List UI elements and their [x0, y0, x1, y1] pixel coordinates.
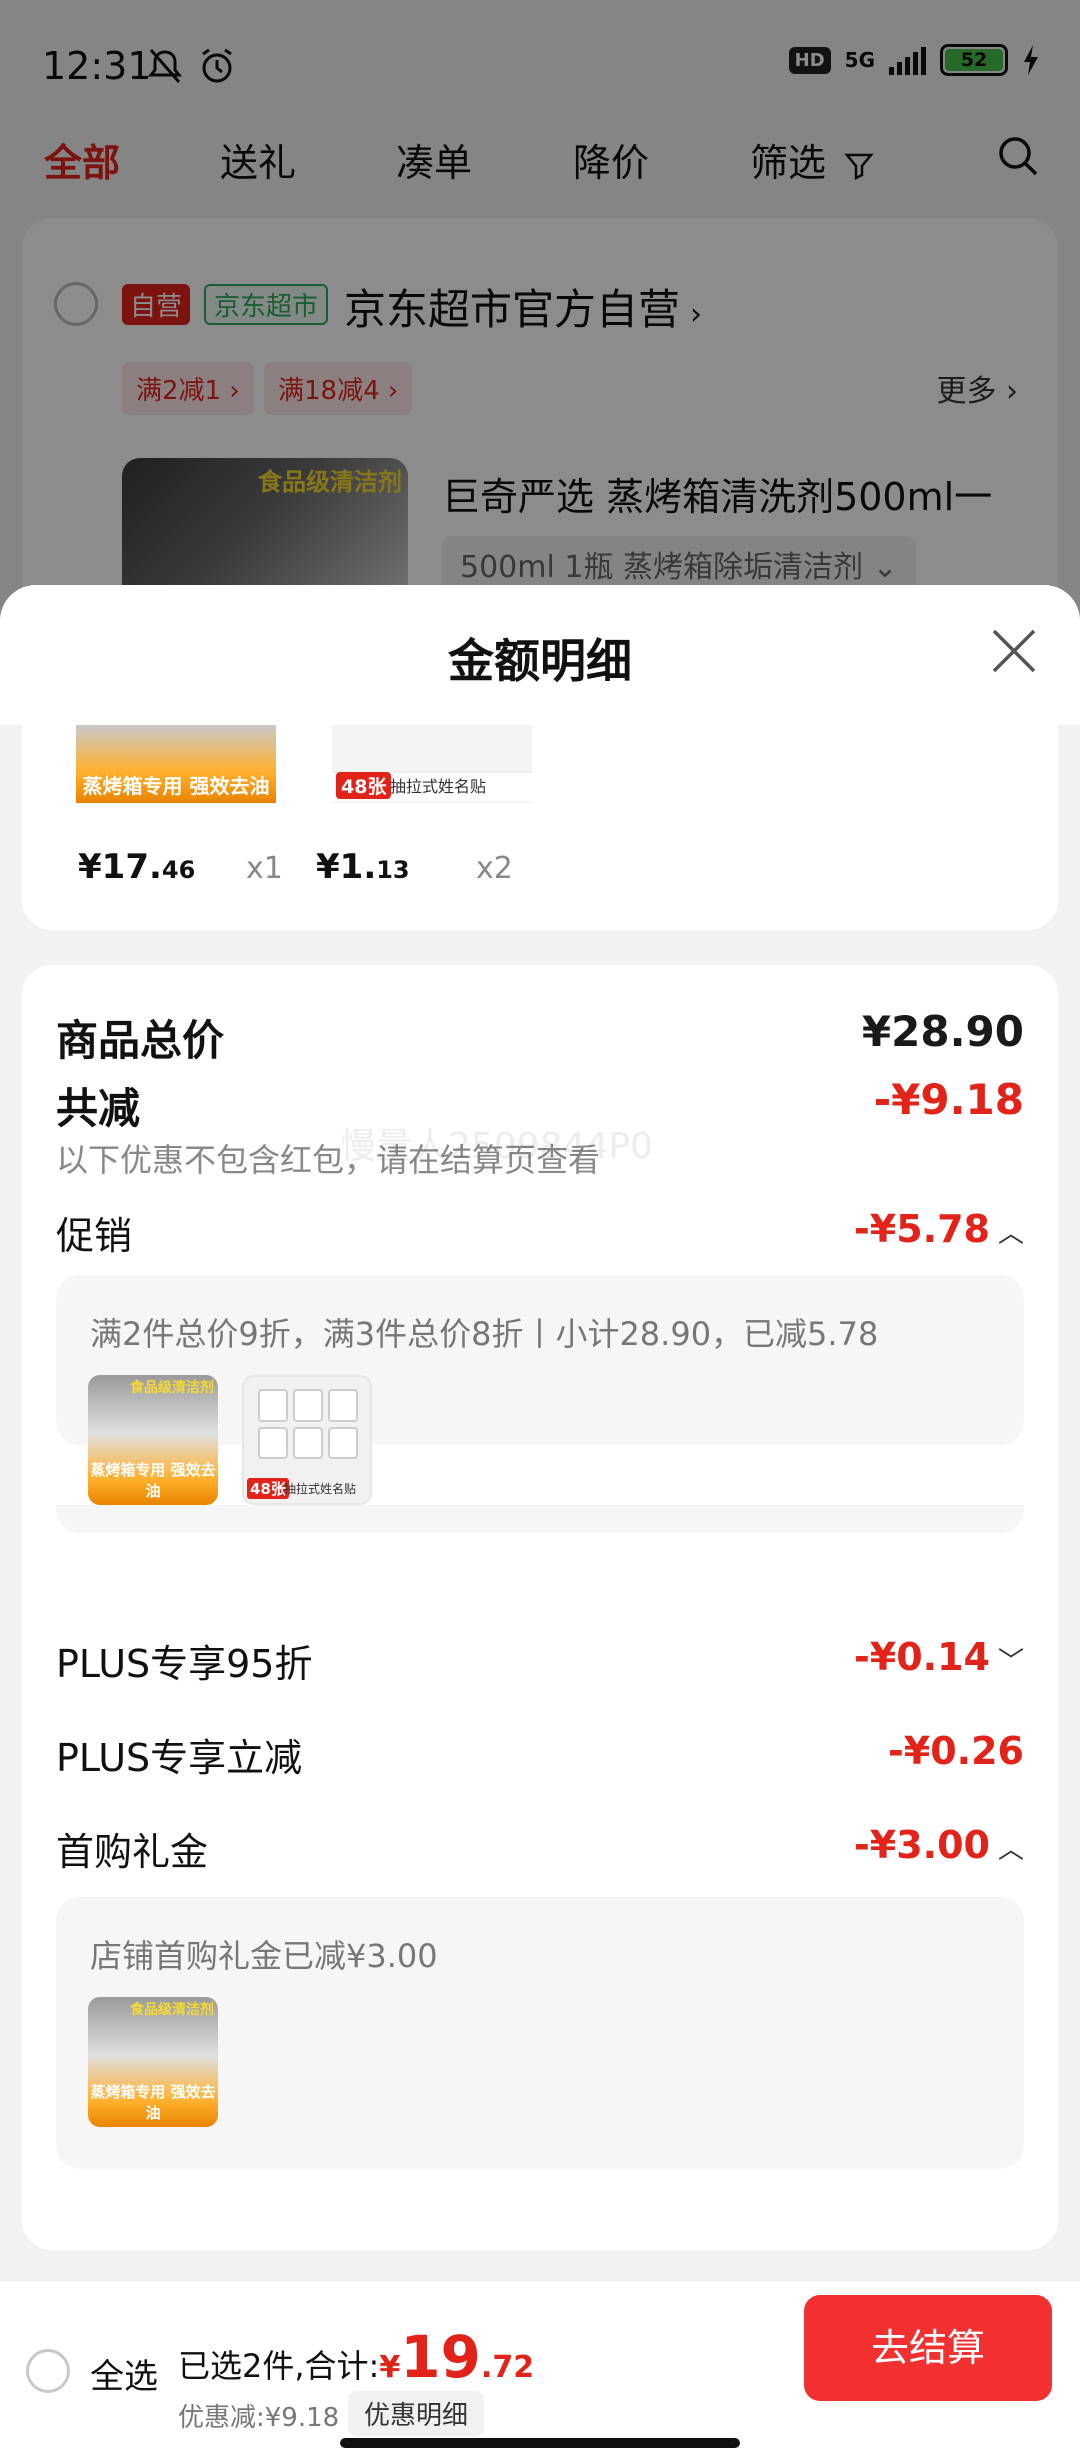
sheet-header: 金额明细	[0, 585, 1080, 725]
watermark: 慢量人2509844P0	[340, 1126, 653, 1167]
promo-item-image-oven-cleaner[interactable]: 食品级清洁剂 蒸烤箱专用 强效去油	[88, 1375, 218, 1505]
goods-total-label: 商品总价	[56, 1016, 225, 1065]
total-integer: 19	[400, 2323, 481, 2391]
total-reduce-value: -¥9.18	[873, 1075, 1024, 1124]
total-reduce-label: 共减	[56, 1084, 141, 1133]
close-icon[interactable]	[990, 627, 1038, 675]
selected-count-text: 已选2件,合计:	[178, 2347, 380, 2385]
item-price-int: ¥1.	[316, 847, 377, 887]
item-qty: x1	[246, 851, 283, 886]
goods-total-value: ¥28.90	[861, 1007, 1024, 1056]
item-price-dec: 46	[161, 856, 196, 884]
promo-toggle[interactable]: -¥5.78 ︿	[854, 1207, 1024, 1251]
item-image-caption: 蒸烤箱专用 强效去油	[82, 774, 270, 798]
promo-detail-text: 满2件总价9折，满3件总价8折丨小计28.90，已减5.78	[90, 1315, 879, 1353]
mini-image-badge: 48张	[247, 1478, 289, 1499]
discount-detail-button[interactable]: 优惠明细	[348, 2391, 485, 2436]
chevron-down-icon: ﹀	[997, 1647, 1024, 1677]
mini-image-caption: 蒸烤箱专用 强效去油	[90, 2083, 216, 2122]
plus95-toggle[interactable]: -¥0.14 ﹀	[854, 1635, 1024, 1679]
total-currency: ¥	[379, 2350, 401, 2385]
item-image-badge: 48张	[336, 772, 392, 799]
item-qty: x2	[476, 851, 513, 886]
promo-label: 促销	[56, 1214, 133, 1258]
checkout-button[interactable]: 去结算	[804, 2295, 1052, 2401]
promo-item-image-name-labels[interactable]: 48张 抽拉式姓名贴	[242, 1375, 372, 1505]
total-line: 已选2件,合计:¥19.72	[178, 2323, 534, 2391]
mini-image-caption: 蒸烤箱专用 强效去油	[90, 1461, 216, 1500]
checkout-bar: 全选 已选2件,合计:¥19.72 优惠减:¥9.18 优惠明细 去结算	[0, 2280, 1080, 2460]
item-price-int: ¥17.	[78, 847, 162, 887]
total-decimal: .72	[480, 2350, 535, 2385]
plus95-label: PLUS专享95折	[56, 1642, 313, 1686]
discount-summary: 优惠减:¥9.18	[178, 2403, 340, 2433]
item-image-oven-cleaner[interactable]: 蒸烤箱专用 强效去油	[76, 725, 276, 803]
label-tiles	[258, 1389, 358, 1459]
first-purchase-item-image[interactable]: 食品级清洁剂 蒸烤箱专用 强效去油	[88, 1997, 218, 2127]
select-all-label[interactable]: 全选	[90, 2349, 158, 2398]
amount-detail-sheet: 金额明细 蒸烤箱专用 强效去油 48张 抽拉式姓名贴 ¥17.46 x1 ¥1.…	[0, 585, 1080, 2460]
item-price: ¥1.13	[316, 847, 410, 887]
first-purchase-value: -¥3.00	[854, 1823, 990, 1867]
sheet-title: 金额明细	[448, 634, 632, 688]
item-image-name-labels[interactable]: 48张 抽拉式姓名贴	[332, 725, 532, 803]
promo-value: -¥5.78	[854, 1207, 990, 1251]
plus95-value: -¥0.14	[854, 1635, 990, 1679]
select-all-radio[interactable]	[26, 2349, 70, 2393]
promo-box-bottom	[56, 1505, 1024, 1533]
mini-image-top-label: 食品级清洁剂	[130, 2002, 214, 2018]
item-price-dec: 13	[376, 856, 410, 884]
first-purchase-toggle[interactable]: -¥3.00 ︿	[854, 1823, 1024, 1867]
first-purchase-label: 首购礼金	[56, 1830, 209, 1874]
selected-items-card: 蒸烤箱专用 强效去油 48张 抽拉式姓名贴 ¥17.46 x1 ¥1.13 x2	[22, 725, 1058, 930]
first-purchase-detail-text: 店铺首购礼金已减¥3.00	[90, 1937, 438, 1975]
plus-reduce-label: PLUS专享立减	[56, 1736, 303, 1780]
chevron-up-icon: ︿	[997, 1219, 1024, 1249]
item-image-caption: 抽拉式姓名贴	[390, 777, 487, 796]
mini-image-top-label: 食品级清洁剂	[130, 1380, 214, 1396]
chevron-up-icon: ︿	[997, 1835, 1024, 1865]
plus-reduce-value: -¥0.26	[888, 1729, 1024, 1773]
price-detail-card: 商品总价 ¥28.90 共减 -¥9.18 以下优惠不包含红包，请在结算页查看 …	[22, 965, 1058, 2250]
item-price: ¥17.46	[78, 847, 195, 887]
mini-image-caption: 抽拉式姓名贴	[284, 1482, 357, 1496]
home-indicator[interactable]	[340, 2438, 740, 2448]
